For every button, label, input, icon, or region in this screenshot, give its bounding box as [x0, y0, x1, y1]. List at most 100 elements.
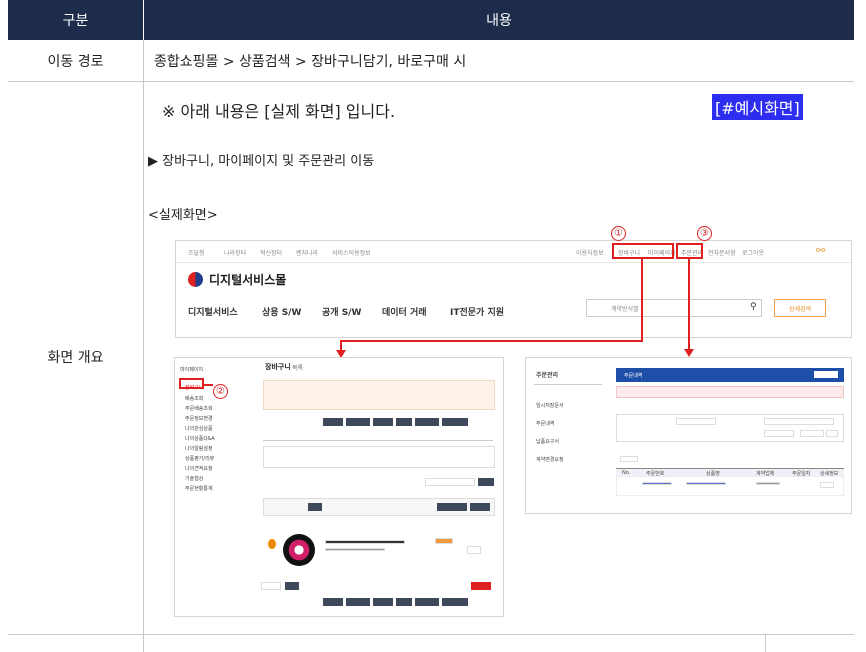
- arrow-line: [340, 340, 643, 342]
- cart-action-button[interactable]: [346, 598, 370, 606]
- side-divider: [534, 384, 602, 385]
- notice-box: [263, 380, 495, 410]
- order-table-header: No. 주문번호 상품명 계약업체 주문일자 상세정보: [616, 468, 844, 477]
- order-title: 주문관리: [536, 372, 559, 379]
- link-icon[interactable]: ⚯: [816, 244, 825, 257]
- detail-search-button[interactable]: 상세검색: [774, 299, 826, 317]
- cart-action-button[interactable]: [323, 418, 343, 426]
- cart-action-button[interactable]: [373, 598, 393, 606]
- topnav-docs[interactable]: 전자문서함: [708, 248, 736, 257]
- topnav-item[interactable]: 벤처나라: [296, 248, 318, 257]
- quantity-stepper[interactable]: [467, 546, 481, 554]
- date-from-input[interactable]: [764, 430, 794, 437]
- topnav-item[interactable]: 조달청: [188, 248, 205, 257]
- cart-title: 장바구니: [265, 363, 291, 371]
- move-description: ▶ 장바구니, 마이페이지 및 주문관리 이동: [148, 154, 375, 169]
- product-image[interactable]: [283, 534, 315, 566]
- side-item[interactable]: 주문정보변경: [185, 415, 213, 422]
- order-management-screenshot: 주문관리 임시저장문서 주문내역 납품요구서 계약변경요청 주문내역 No. 주…: [525, 357, 852, 514]
- side-item[interactable]: 나의견적요청: [185, 465, 213, 472]
- side-item[interactable]: 배송조회: [185, 395, 203, 402]
- filter-button[interactable]: [308, 503, 322, 511]
- order-side-item[interactable]: 납품요구서: [536, 438, 559, 445]
- filter-button[interactable]: [470, 503, 490, 511]
- notice-box: [616, 386, 844, 398]
- search-icon[interactable]: ⚲: [750, 302, 757, 312]
- product-name[interactable]: [325, 540, 405, 544]
- order-side-item[interactable]: 임시저장문서: [536, 402, 564, 409]
- path-label: 이동 경로: [47, 54, 104, 70]
- order-header-text: 주문내역: [624, 373, 643, 379]
- menu-digital-service[interactable]: 디지털서비스: [188, 305, 238, 318]
- order-button[interactable]: [471, 582, 491, 590]
- excel-button[interactable]: [620, 456, 638, 462]
- order-number-input[interactable]: [676, 418, 716, 425]
- side-item[interactable]: 주문배송조회: [185, 405, 213, 412]
- cart-search-button[interactable]: [478, 478, 494, 486]
- product-link[interactable]: [686, 482, 726, 485]
- arrow-head-icon: [684, 349, 694, 357]
- order-name-input[interactable]: [764, 418, 834, 425]
- top-nav-bar: 조달청 나라장터 혁신장터 벤처나라 서비스이용정보 이용자정보 장바구니 마이…: [176, 241, 851, 263]
- arrow-line: [688, 259, 690, 351]
- marker-2: ②: [213, 384, 228, 399]
- cart-search-input[interactable]: [425, 478, 475, 486]
- path-value: 종합쇼핑몰 > 상품검색 > 장바구니담기, 바로구매 시: [154, 54, 467, 70]
- side-item[interactable]: 나의상품Q&A: [185, 435, 215, 442]
- real-screen-label: <실제화면>: [148, 208, 218, 223]
- empty-cart-box: [263, 446, 495, 468]
- overview-label: 화면 개요: [47, 350, 104, 366]
- highlight-cart-mypage: [612, 243, 674, 259]
- cell-divider: [765, 634, 766, 652]
- menu-commercial-sw[interactable]: 상용 S/W: [262, 305, 301, 318]
- highlight-order: [676, 243, 703, 259]
- menu-data-trade[interactable]: 데이터 거래: [382, 305, 427, 318]
- bulk-select[interactable]: [261, 582, 281, 590]
- marker-3: ③: [697, 226, 712, 241]
- bulk-button[interactable]: [285, 582, 299, 590]
- topnav-user-info[interactable]: 이용자정보: [576, 248, 604, 257]
- menu-it-expert[interactable]: IT전문가 지원: [450, 305, 504, 318]
- topnav-item[interactable]: 나라장터: [224, 248, 246, 257]
- mall-header-screenshot: 조달청 나라장터 혁신장터 벤처나라 서비스이용정보 이용자정보 장바구니 마이…: [175, 240, 852, 338]
- detail-button[interactable]: [820, 482, 834, 488]
- date-to-input[interactable]: [800, 430, 824, 437]
- order-side-item[interactable]: 주문내역: [536, 420, 554, 427]
- mall-logo[interactable]: 디지털서비스몰: [188, 271, 286, 288]
- side-item[interactable]: 나의관심상품: [185, 425, 213, 432]
- search-button[interactable]: [826, 430, 838, 437]
- table-row[interactable]: [616, 476, 844, 496]
- arrow-line: [641, 259, 643, 341]
- cart-action-button[interactable]: [396, 418, 412, 426]
- side-item[interactable]: 상품평가/리뷰: [185, 455, 214, 462]
- order-header-bar: 주문내역: [616, 368, 844, 382]
- topnav-item[interactable]: 서비스이용정보: [332, 248, 371, 257]
- marker-1: ①: [611, 226, 626, 241]
- topnav-logout[interactable]: 로그아웃: [742, 248, 764, 257]
- cart-action-button[interactable]: [415, 418, 439, 426]
- column-divider: [143, 40, 144, 652]
- side-item[interactable]: 주문현황통계: [185, 485, 213, 492]
- help-button[interactable]: [814, 371, 838, 378]
- cart-action-button[interactable]: [346, 418, 370, 426]
- topnav-item[interactable]: 혁신장터: [260, 248, 282, 257]
- cart-action-button[interactable]: [415, 598, 439, 606]
- order-link[interactable]: [642, 482, 672, 485]
- menu-open-sw[interactable]: 공개 S/W: [322, 305, 361, 318]
- cart-action-button[interactable]: [323, 598, 343, 606]
- filter-button[interactable]: [437, 503, 467, 511]
- product-badge-icon: [268, 539, 276, 549]
- header-col-category: 구분: [8, 0, 143, 40]
- cart-action-button[interactable]: [373, 418, 393, 426]
- section-divider: [263, 440, 493, 441]
- row-divider-bottom: [8, 634, 854, 635]
- side-item[interactable]: 기술협상: [185, 475, 203, 482]
- cart-action-button[interactable]: [396, 598, 412, 606]
- note-text: ※ 아래 내용은 [실제 화면] 입니다.: [162, 102, 396, 121]
- side-item[interactable]: 나의알림설정: [185, 445, 213, 452]
- product-tag: [435, 538, 453, 544]
- cart-action-button[interactable]: [442, 418, 468, 426]
- cart-action-button[interactable]: [442, 598, 468, 606]
- search-input[interactable]: 계약방식별: [586, 299, 762, 317]
- order-side-item[interactable]: 계약변경요청: [536, 456, 564, 463]
